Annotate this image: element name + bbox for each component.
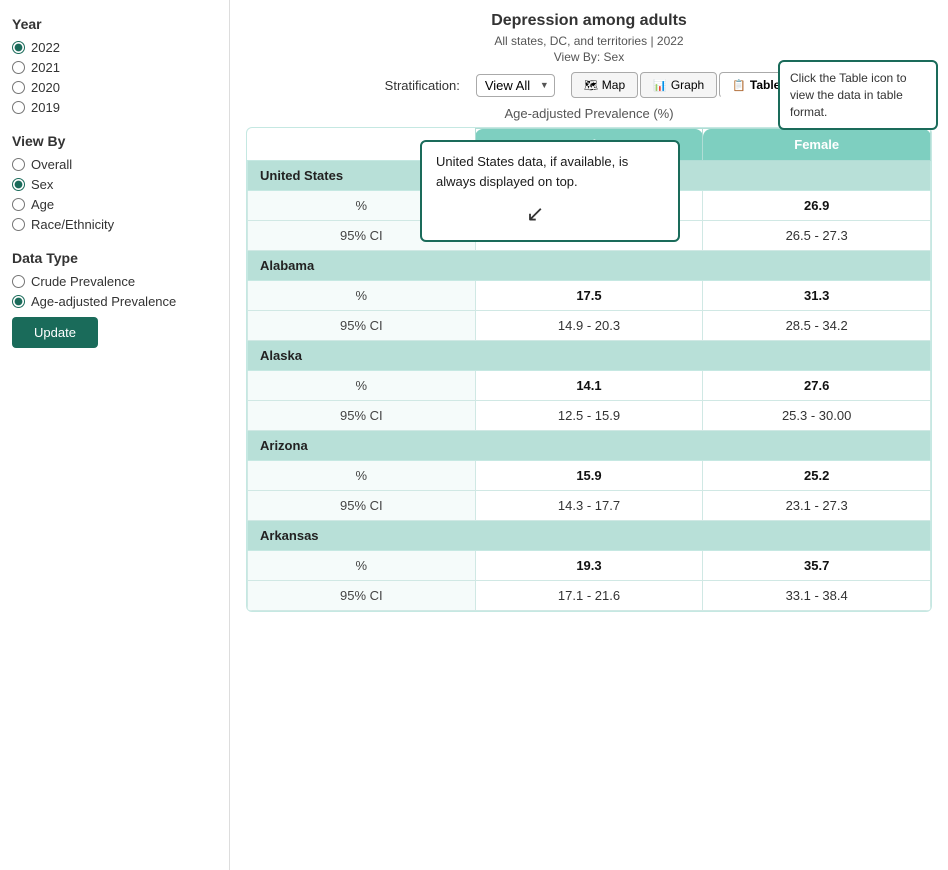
stratification-select-wrapper[interactable]: View All Male Female <box>476 74 555 97</box>
state-row-3: Arizona <box>248 431 931 461</box>
percent-label: % <box>248 281 476 311</box>
tab-graph[interactable]: 📊 Graph <box>640 72 717 98</box>
year-section: Year 2022 2021 2020 2019 <box>12 16 217 115</box>
datatype-crude[interactable]: Crude Prevalence <box>12 274 217 289</box>
main-content: Click the Table icon to view the data in… <box>230 0 948 870</box>
chart-title: Depression among adults <box>246 12 932 30</box>
ci-label: 95% CI <box>248 311 476 341</box>
ci-label: 95% CI <box>248 491 476 521</box>
viewby-section: View By Overall Sex Age Race/Ethnicity <box>12 133 217 232</box>
percent-female-4: 35.7 <box>703 551 931 581</box>
stratification-select[interactable]: View All Male Female <box>476 74 555 97</box>
ci-row-2: 95% CI 12.5 - 15.9 25.3 - 30.00 <box>248 401 931 431</box>
viewby-age[interactable]: Age <box>12 197 217 212</box>
percent-female-2: 27.6 <box>703 371 931 401</box>
graph-icon: 📊 <box>653 79 667 92</box>
state-row-1: Alabama <box>248 251 931 281</box>
year-option-2020[interactable]: 2020 <box>12 80 217 95</box>
ci-label: 95% CI <box>248 581 476 611</box>
viewby-overall[interactable]: Overall <box>12 157 217 172</box>
datatype-title: Data Type <box>12 250 217 266</box>
percent-label: % <box>248 371 476 401</box>
ci-female-3: 23.1 - 27.3 <box>703 491 931 521</box>
year-option-2021[interactable]: 2021 <box>12 60 217 75</box>
ci-row-3: 95% CI 14.3 - 17.7 23.1 - 27.3 <box>248 491 931 521</box>
percent-row-4: % 19.3 35.7 <box>248 551 931 581</box>
table-icon: 📋 <box>732 79 746 92</box>
percent-label: % <box>248 551 476 581</box>
year-option-2022[interactable]: 2022 <box>12 40 217 55</box>
ci-female-2: 25.3 - 30.00 <box>703 401 931 431</box>
year-title: Year <box>12 16 217 32</box>
percent-female-0: 26.9 <box>703 191 931 221</box>
state-name: Alabama <box>248 251 931 281</box>
ci-male-1: 14.9 - 20.3 <box>475 311 703 341</box>
percent-male-4: 19.3 <box>475 551 703 581</box>
percent-row-3: % 15.9 25.2 <box>248 461 931 491</box>
ci-female-0: 26.5 - 27.3 <box>703 221 931 251</box>
state-name: Arkansas <box>248 521 931 551</box>
ci-row-4: 95% CI 17.1 - 21.6 33.1 - 38.4 <box>248 581 931 611</box>
stratification-label: Stratification: <box>385 78 460 93</box>
ci-female-4: 33.1 - 38.4 <box>703 581 931 611</box>
percent-row-1: % 17.5 31.3 <box>248 281 931 311</box>
year-option-2019[interactable]: 2019 <box>12 100 217 115</box>
datatype-section: Data Type Crude Prevalence Age-adjusted … <box>12 250 217 348</box>
viewby-race[interactable]: Race/Ethnicity <box>12 217 217 232</box>
map-icon: 🗺 <box>584 79 598 92</box>
datatype-radio-group: Crude Prevalence Age-adjusted Prevalence <box>12 274 217 309</box>
state-row-4: Arkansas <box>248 521 931 551</box>
tab-map[interactable]: 🗺 Map <box>571 72 638 98</box>
viewby-radio-group: Overall Sex Age Race/Ethnicity <box>12 157 217 232</box>
ci-label: 95% CI <box>248 401 476 431</box>
ci-male-4: 17.1 - 21.6 <box>475 581 703 611</box>
callout-arrow-icon: ↙ <box>526 197 664 230</box>
update-button[interactable]: Update <box>12 317 98 348</box>
percent-female-3: 25.2 <box>703 461 931 491</box>
ci-row-1: 95% CI 14.9 - 20.3 28.5 - 34.2 <box>248 311 931 341</box>
ci-female-1: 28.5 - 34.2 <box>703 311 931 341</box>
percent-female-1: 31.3 <box>703 281 931 311</box>
state-name: Alaska <box>248 341 931 371</box>
percent-male-2: 14.1 <box>475 371 703 401</box>
sidebar: Year 2022 2021 2020 2019 View By <box>0 0 230 870</box>
percent-male-1: 17.5 <box>475 281 703 311</box>
ci-male-2: 12.5 - 15.9 <box>475 401 703 431</box>
state-row-2: Alaska <box>248 341 931 371</box>
viewby-sex[interactable]: Sex <box>12 177 217 192</box>
viewby-title: View By <box>12 133 217 149</box>
percent-row-2: % 14.1 27.6 <box>248 371 931 401</box>
percent-label: % <box>248 461 476 491</box>
datatype-age-adjusted[interactable]: Age-adjusted Prevalence <box>12 294 217 309</box>
tooltip-callout: Click the Table icon to view the data in… <box>778 60 938 130</box>
year-radio-group: 2022 2021 2020 2019 <box>12 40 217 115</box>
state-name: Arizona <box>248 431 931 461</box>
col-header-female: Female <box>703 129 931 161</box>
chart-subtitle: All states, DC, and territories | 2022 <box>246 34 932 48</box>
tab-group: 🗺 Map 📊 Graph 📋 Table <box>571 72 794 98</box>
ci-male-3: 14.3 - 17.7 <box>475 491 703 521</box>
percent-male-3: 15.9 <box>475 461 703 491</box>
info-callout: United States data, if available, is alw… <box>420 140 680 242</box>
